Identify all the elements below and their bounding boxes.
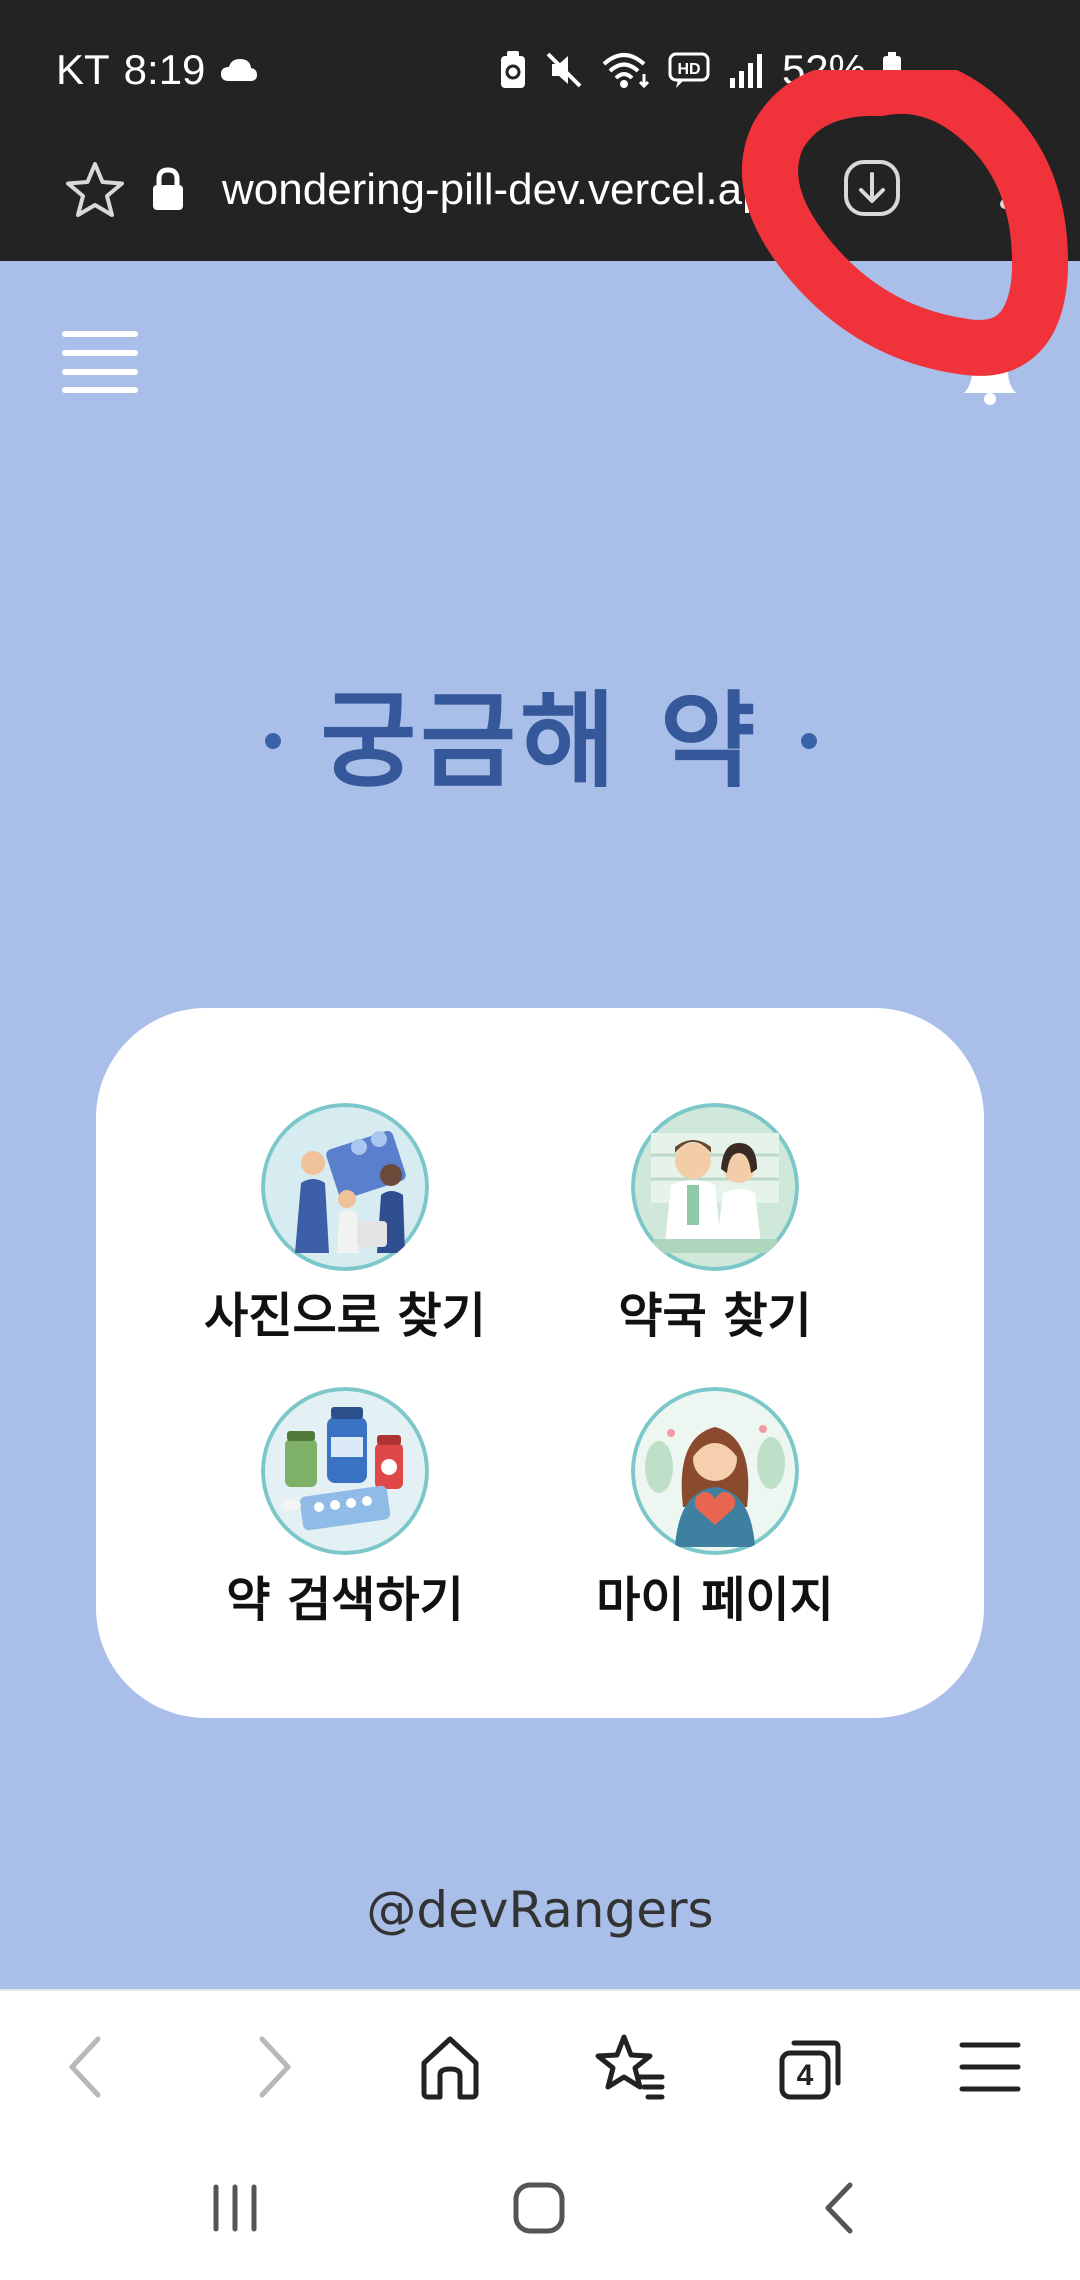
menu-item-my-page[interactable]: 마이 페이지 [525, 1387, 905, 1657]
people-photo-illustration-icon [261, 1103, 429, 1271]
app-title: 궁금해 약 [0, 676, 1080, 806]
wifi-icon [602, 53, 649, 89]
menu-item-photo-search[interactable]: 사진으로 찾기 [155, 1103, 535, 1373]
svg-text:HD: HD [677, 61, 700, 78]
page-title: 궁금해 약 [320, 680, 760, 802]
system-navigation-bar [0, 2139, 1080, 2280]
cloud-icon [221, 59, 258, 81]
bookmarks-icon[interactable] [592, 2029, 668, 2105]
hd-voice-icon: HD [668, 52, 710, 88]
browser-menu-icon[interactable] [952, 2029, 1028, 2105]
home-button-icon[interactable] [504, 2173, 574, 2243]
status-bar-right: HD 52% [498, 40, 902, 100]
signal-icon [729, 54, 762, 88]
woman-heart-illustration-icon [631, 1387, 799, 1555]
svg-text:4: 4 [797, 2059, 814, 2092]
more-options-icon[interactable] [995, 162, 1015, 212]
menu-label: 사진으로 찾기 [204, 1288, 486, 1344]
footer-credit: @devRangers [366, 1881, 714, 1939]
browser-top-bar: KT 8:19 HD 52% wondering-pill-dev.vercel… [0, 0, 1080, 261]
recent-apps-icon[interactable] [200, 2173, 270, 2243]
back-arrow-icon[interactable] [50, 2029, 126, 2105]
battery-icon [883, 52, 901, 87]
browser-toolbar: 4 [0, 1989, 1080, 2141]
bell-icon[interactable] [958, 349, 1022, 405]
download-icon[interactable] [842, 158, 902, 218]
menu-item-find-pharmacy[interactable]: 약국 찾기 [525, 1103, 905, 1373]
carrier-label: KT [56, 46, 110, 93]
menu-label: 약 검색하기 [226, 1572, 464, 1628]
tabs-icon[interactable]: 4 [772, 2029, 848, 2105]
menu-label: 약국 찾기 [618, 1288, 812, 1344]
back-button-icon[interactable] [806, 2173, 876, 2243]
battery-percent: 52% [781, 46, 866, 93]
lock-icon [153, 167, 183, 210]
forward-arrow-icon[interactable] [234, 2029, 310, 2105]
url-text[interactable]: wondering-pill-dev.vercel.app [222, 162, 792, 218]
hamburger-menu-button[interactable] [62, 331, 138, 393]
home-icon[interactable] [412, 2029, 488, 2105]
recycle-notification-icon [500, 51, 525, 88]
status-bar-left: KT 8:19 [56, 40, 259, 100]
bookmark-star-icon[interactable] [62, 158, 128, 224]
menu-label: 마이 페이지 [596, 1572, 834, 1628]
address-bar[interactable]: wondering-pill-dev.vercel.app [0, 140, 1080, 240]
web-page: 궁금해 약 사진으로 찾기 약국 찾기 약 검색하기 마이 페이지 @devRa… [0, 261, 1080, 1989]
medicine-bottles-illustration-icon [261, 1387, 429, 1555]
pharmacists-illustration-icon [631, 1103, 799, 1271]
menu-item-search-medicine[interactable]: 약 검색하기 [155, 1387, 535, 1657]
title-right-dot [801, 733, 817, 749]
mute-icon [546, 52, 582, 88]
menu-card: 사진으로 찾기 약국 찾기 약 검색하기 마이 페이지 [96, 1008, 984, 1718]
clock: 8:19 [123, 46, 206, 93]
